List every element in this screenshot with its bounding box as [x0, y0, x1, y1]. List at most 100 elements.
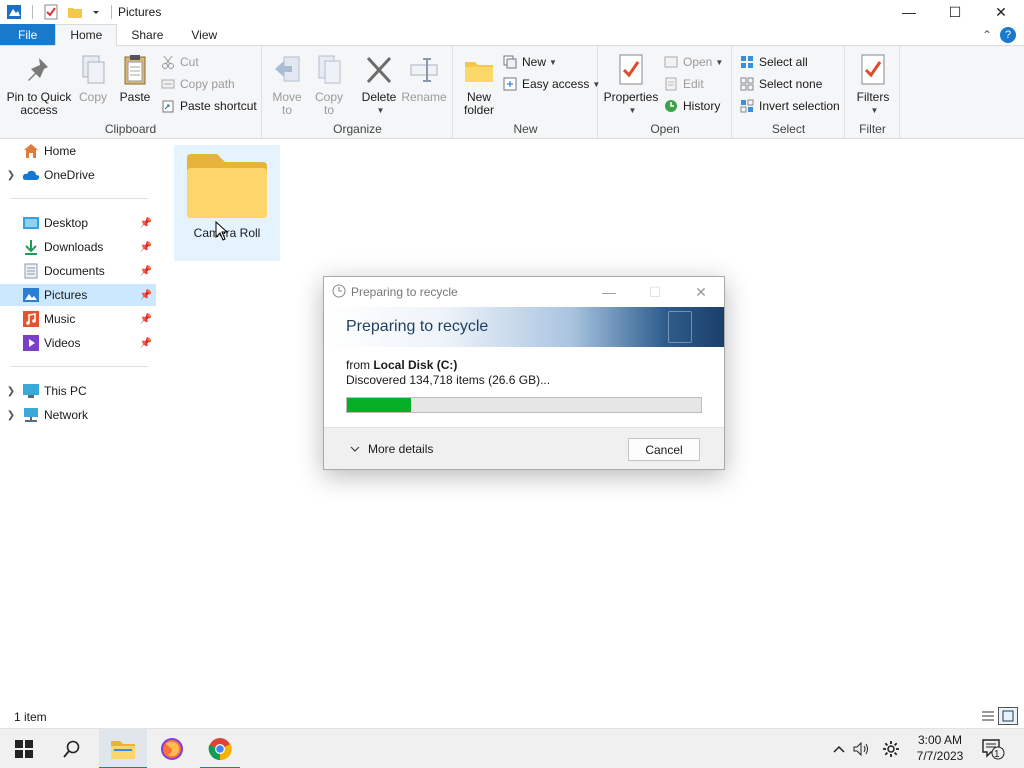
pin-to-quick-access-button[interactable]: Pin to Quick access [4, 52, 74, 117]
nav-item-this-pc[interactable]: ❯ This PC [0, 380, 156, 402]
folder-item-camera-roll[interactable]: Camera Roll [174, 145, 280, 261]
select-group: Select all Select none Invert selection … [733, 46, 845, 139]
invert-selection-button[interactable]: Invert selection [739, 96, 840, 116]
nav-item-documents[interactable]: Documents 📌 [0, 260, 156, 282]
nav-item-pictures[interactable]: Pictures 📌 [0, 284, 156, 306]
dialog-close-button[interactable]: ✕ [678, 277, 724, 307]
nav-item-videos[interactable]: Videos 📌 [0, 332, 156, 354]
rename-label: Rename [401, 90, 447, 104]
source-location: from Local Disk (C:) [346, 358, 457, 372]
collapse-ribbon-chevron-icon[interactable]: ⌃ [976, 28, 998, 42]
properties-icon[interactable] [43, 4, 59, 20]
tab-view[interactable]: View [177, 24, 231, 45]
paste-button[interactable]: Paste [116, 52, 154, 104]
expand-chevron-icon[interactable]: ❯ [0, 410, 22, 421]
copy-button[interactable]: Copy [76, 52, 110, 104]
filters-button[interactable]: Filters ▼ [854, 52, 892, 117]
dialog-minimize-button[interactable]: — [586, 277, 632, 307]
select-all-button[interactable]: Select all [739, 52, 808, 72]
windows-logo-icon [15, 740, 33, 758]
title-separator [111, 5, 112, 19]
banner-decoration [668, 311, 692, 343]
nav-label: OneDrive [44, 168, 95, 182]
status-bar: 1 item [0, 705, 1024, 728]
filters-icon [856, 52, 890, 88]
settings-button[interactable] [878, 729, 904, 768]
new-folder-label-line2: folder [463, 103, 495, 117]
select-none-button[interactable]: Select none [739, 74, 822, 94]
nav-item-home[interactable]: Home [0, 140, 156, 162]
show-hidden-icons-button[interactable] [828, 729, 850, 768]
easy-access-button[interactable]: Easy access ▼ [502, 74, 600, 94]
taskbar-firefox[interactable] [148, 729, 196, 768]
history-button[interactable]: History [663, 96, 720, 116]
copy-to-button[interactable]: Copy to [311, 52, 347, 117]
delete-x-icon [362, 52, 396, 88]
quick-access-toolbar [0, 0, 118, 24]
nav-item-network[interactable]: ❯ Network [0, 404, 156, 426]
file-explorer-icon [111, 741, 135, 759]
open-button[interactable]: Open ▼ [663, 52, 723, 72]
pictures-icon [22, 287, 40, 303]
copy-path-button[interactable]: Copy path [160, 74, 235, 94]
file-explorer-app-icon[interactable] [6, 4, 22, 20]
videos-icon [22, 335, 40, 351]
taskbar-clock[interactable]: 3:00 AM 7/7/2023 [905, 732, 975, 764]
expand-chevron-icon[interactable]: ❯ [0, 170, 22, 181]
minimize-button[interactable]: — [886, 0, 932, 24]
edit-button[interactable]: Edit [663, 74, 704, 94]
tab-share[interactable]: Share [117, 24, 177, 45]
from-prefix: from [346, 358, 370, 372]
new-folder-button[interactable]: New folder [460, 52, 498, 117]
cancel-button[interactable]: Cancel [628, 438, 700, 461]
customize-toolbar-chevron-icon[interactable] [91, 4, 101, 20]
window-title: Pictures [118, 5, 162, 19]
close-button[interactable]: ✕ [978, 0, 1024, 24]
nav-item-onedrive[interactable]: ❯ OneDrive [0, 164, 156, 186]
taskbar-file-explorer[interactable] [99, 729, 147, 768]
nav-item-desktop[interactable]: Desktop 📌 [0, 212, 156, 234]
rename-button[interactable]: Rename [401, 52, 447, 104]
expand-chevron-icon[interactable]: ❯ [0, 386, 22, 397]
new-folder-icon[interactable] [67, 4, 83, 20]
maximize-button[interactable]: ☐ [932, 0, 978, 24]
navigation-pane: Home ❯ OneDrive Desktop 📌 Downloads 📌 Do… [0, 140, 160, 705]
tab-home[interactable]: Home [55, 24, 118, 46]
mouse-cursor-icon [215, 221, 229, 241]
start-button[interactable] [0, 729, 48, 768]
volume-button[interactable] [850, 729, 874, 768]
nav-item-downloads[interactable]: Downloads 📌 [0, 236, 156, 258]
filter-group: Filters ▼ Filter [846, 46, 900, 139]
details-view-icon[interactable] [978, 707, 998, 725]
from-location: Local Disk (C:) [373, 358, 458, 372]
notifications-button[interactable]: 1 [980, 729, 1006, 768]
edit-label: Edit [683, 77, 704, 91]
dialog-heading: Preparing to recycle [346, 318, 489, 335]
large-icons-view-icon[interactable] [998, 707, 1018, 725]
monitor-icon [22, 383, 40, 399]
cut-button[interactable]: Cut [160, 52, 199, 72]
properties-button[interactable]: Properties ▼ [603, 52, 659, 117]
more-details-toggle[interactable]: More details [350, 442, 433, 456]
scissors-icon [160, 54, 176, 70]
nav-divider [10, 198, 148, 199]
nav-label: Pictures [44, 288, 88, 302]
tab-file[interactable]: File [0, 24, 56, 45]
nav-item-music[interactable]: Music 📌 [0, 308, 156, 330]
clipboard-group: Pin to Quick access Copy Paste Cut Copy … [0, 46, 262, 139]
new-item-label: New [522, 55, 547, 69]
delete-button[interactable]: Delete ▼ [359, 52, 399, 117]
pin-icon: 📌 [139, 241, 152, 253]
discovered-status: Discovered 134,718 items (26.6 GB)... [346, 373, 551, 387]
help-icon[interactable]: ? [1000, 26, 1016, 43]
new-item-button[interactable]: New ▼ [502, 52, 557, 72]
move-to-button[interactable]: Move to [269, 52, 305, 117]
properties-dropdown-icon: ▼ [628, 106, 637, 115]
new-group-label: New [513, 122, 538, 136]
open-dropdown-icon: ▼ [715, 57, 724, 67]
edit-icon [663, 76, 679, 92]
taskbar-chrome[interactable] [196, 729, 244, 768]
nav-label: Music [44, 312, 76, 326]
paste-shortcut-button[interactable]: Paste shortcut [160, 96, 257, 116]
search-button[interactable] [48, 729, 96, 768]
